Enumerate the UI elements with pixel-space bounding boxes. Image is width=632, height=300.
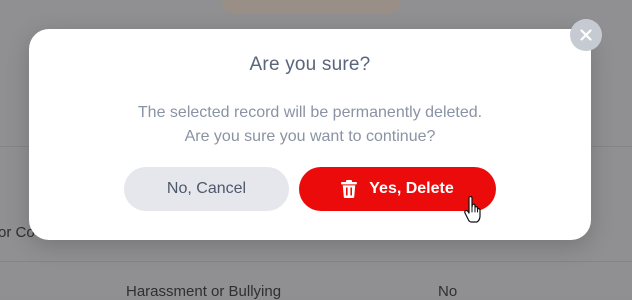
close-icon — [580, 29, 592, 41]
dialog-message-line: The selected record will be permanently … — [137, 104, 483, 121]
cancel-button[interactable]: No, Cancel — [124, 167, 289, 211]
background-header-chip — [222, 0, 400, 14]
dialog-message-line: Are you sure you want to continue? — [184, 128, 436, 145]
confirm-delete-dialog: Are you sure? The selected record will b… — [29, 29, 591, 240]
dialog-title: Are you sure? — [249, 54, 371, 75]
confirm-delete-label: Yes, Delete — [369, 180, 454, 197]
cancel-button-label: No, Cancel — [166, 180, 247, 197]
background-cell-value: No — [438, 283, 458, 300]
trash-icon — [341, 180, 358, 198]
background-row-divider — [0, 261, 632, 262]
pointer-hand-icon — [463, 195, 485, 224]
background-cell-category: Harassment or Bullying — [126, 283, 282, 300]
close-dialog-button[interactable] — [570, 19, 602, 51]
dialog-message: The selected record will be permanently … — [29, 101, 591, 149]
